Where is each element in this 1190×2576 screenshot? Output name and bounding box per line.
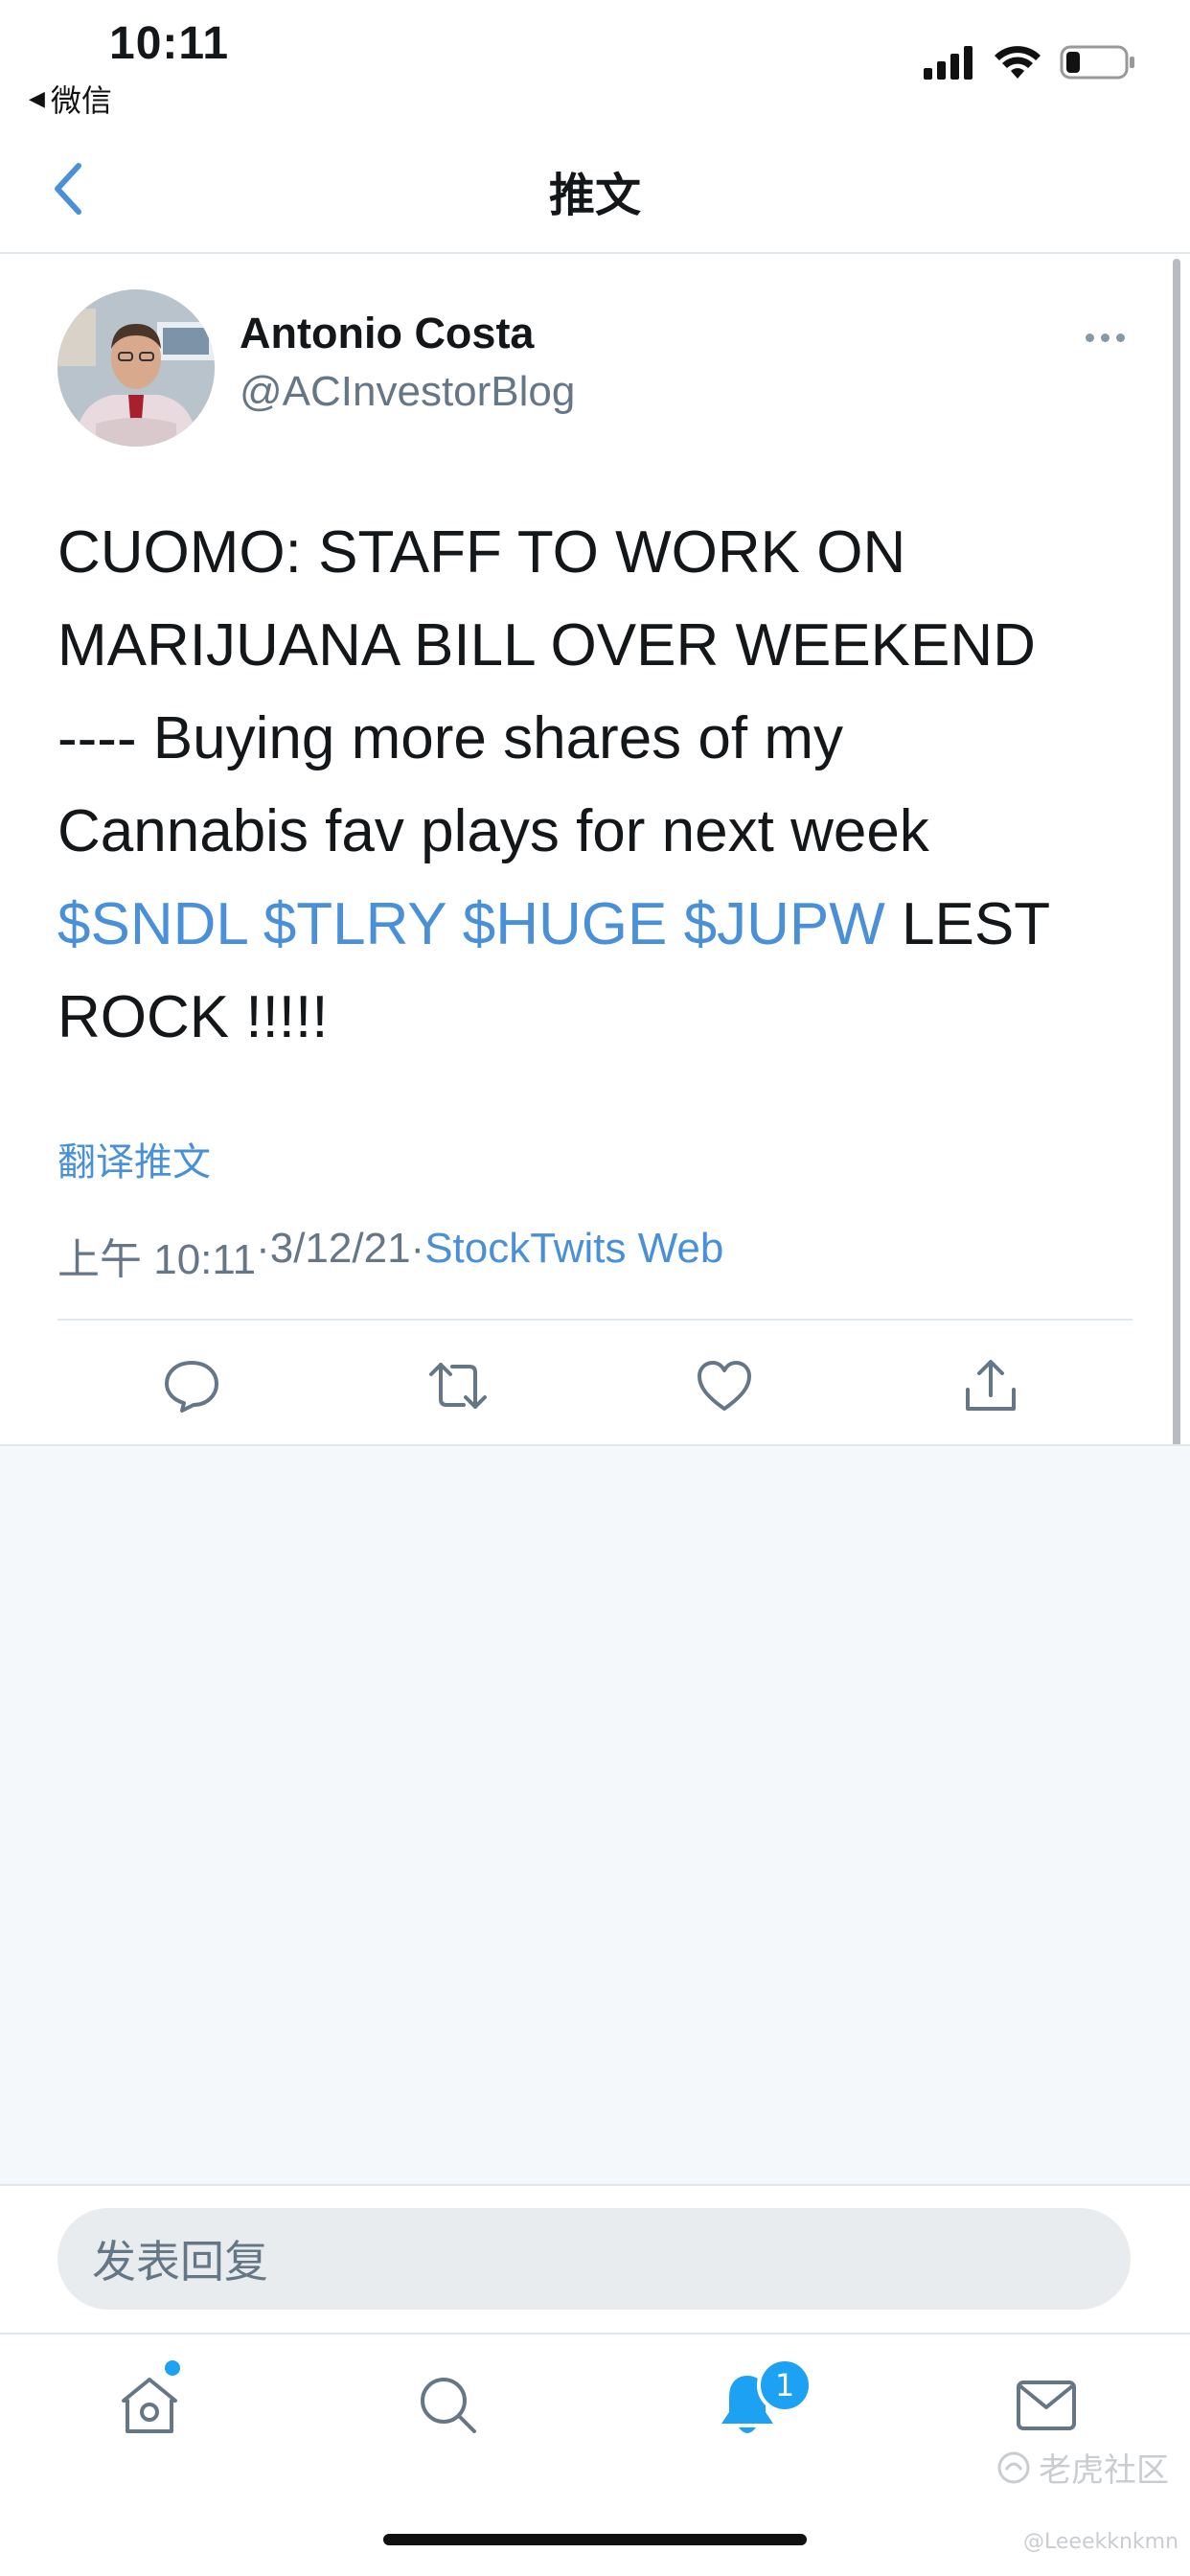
notification-badge: 1 [757, 2358, 812, 2413]
cellular-signal-icon [924, 46, 973, 80]
status-icons [922, 44, 1136, 80]
page-title: 推文 [548, 169, 641, 222]
meta-separator: · [410, 1225, 425, 1272]
tweet-source-link[interactable]: StockTwits Web [424, 1225, 723, 1286]
status-time: 10:11 [109, 18, 230, 69]
author-handle[interactable]: @ACInvestorBlog [240, 368, 575, 416]
avatar[interactable] [57, 289, 215, 447]
tweet-text-line: $SNDL $TLRY $HUGE $JUPW LEST [57, 878, 1131, 971]
reply-input[interactable]: 发表回复 [57, 2208, 1131, 2310]
avatar-image [57, 289, 215, 447]
watermark-handle: @Leeekknkmn [1023, 2530, 1179, 2554]
watermark-logo-icon [997, 2451, 1030, 2483]
back-triangle-icon: ◀ [29, 86, 45, 111]
tweet-date: 3/12/21 [269, 1225, 411, 1272]
more-options-button[interactable] [1077, 318, 1133, 356]
like-button[interactable] [694, 1355, 755, 1416]
tweet-actions [0, 1355, 1190, 1416]
tweet-text-line: CUOMO: STAFF TO WORK ON [57, 519, 906, 586]
messages-icon [1017, 2380, 1076, 2430]
tweet-text-fragment: LEST [902, 891, 1051, 957]
more-dot-icon [1085, 333, 1094, 342]
retweet-button[interactable] [427, 1355, 489, 1416]
cashtag-link[interactable]: $SNDL [57, 891, 247, 957]
back-app-label: 微信 [50, 82, 112, 119]
share-icon [966, 1360, 1016, 1411]
wifi-icon [995, 46, 1041, 79]
tweet-time: 上午 10:11 [57, 1236, 257, 1283]
share-button[interactable] [960, 1355, 1021, 1416]
cashtag-link[interactable]: $HUGE [463, 891, 668, 957]
tab-home[interactable] [111, 2367, 188, 2444]
watermark: 老虎社区 [996, 2444, 1169, 2491]
translate-tweet-link[interactable]: 翻译推文 [57, 1131, 211, 1186]
more-dot-icon [1115, 333, 1125, 342]
retweet-icon [429, 1363, 487, 1409]
reply-icon [165, 1361, 218, 1413]
divider [57, 1319, 1133, 1321]
nav-divider [0, 252, 1190, 254]
tweet-meta: 上午 10:11 · 3/12/21 · StockTwits Web [57, 1225, 723, 1286]
home-unread-dot [165, 2360, 180, 2376]
reply-button[interactable] [161, 1355, 222, 1416]
like-icon [698, 1361, 751, 1411]
tab-search[interactable] [410, 2367, 487, 2444]
home-icon [122, 2378, 177, 2433]
divider [0, 2184, 1190, 2186]
empty-replies-area [0, 1446, 1190, 2184]
home-indicator[interactable] [383, 2534, 807, 2545]
back-to-app-link[interactable]: ◀ 微信 [29, 77, 112, 121]
tweet-text-line: MARIJUANA BILL OVER WEEKEND [57, 612, 1036, 678]
tweet-text: CUOMO: STAFF TO WORK ON MARIJUANA BILL O… [57, 506, 1131, 1064]
battery-icon [1060, 45, 1134, 80]
tab-messages[interactable] [1008, 2367, 1085, 2444]
cashtag-link[interactable]: $JUPW [684, 891, 885, 957]
more-dot-icon [1100, 333, 1110, 342]
tweet-text-line: Cannabis fav plays for next week [57, 798, 929, 864]
cashtag-link[interactable]: $TLRY [263, 891, 446, 957]
meta-separator: · [256, 1225, 270, 1272]
author-name[interactable]: Antonio Costa [240, 309, 534, 358]
tweet-text-line: ---- Buying more shares of my [57, 705, 843, 771]
divider [0, 2333, 1190, 2334]
watermark-text: 老虎社区 [1039, 2451, 1169, 2490]
tweet-text-line: ROCK !!!!! [57, 984, 329, 1050]
search-icon [421, 2378, 476, 2433]
